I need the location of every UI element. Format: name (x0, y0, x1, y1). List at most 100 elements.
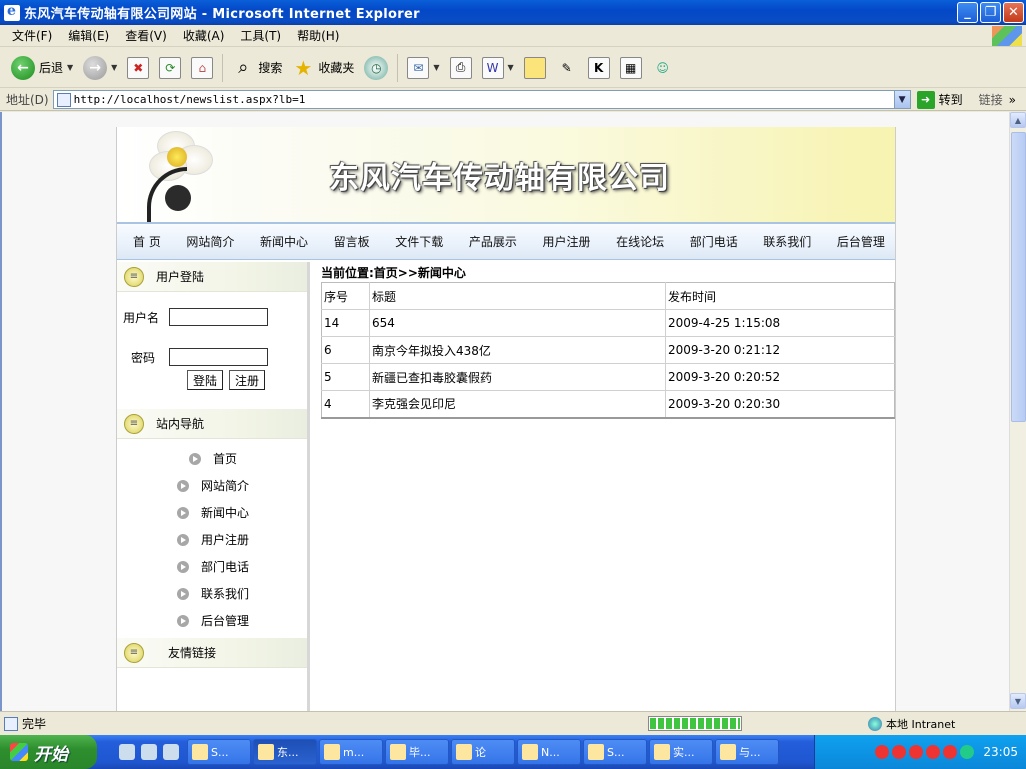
double-chevron-icon[interactable]: » (1009, 93, 1016, 107)
site-banner: 东风汽车传动轴有限公司 (117, 127, 895, 222)
nav-news[interactable]: 新闻中心 (260, 233, 308, 250)
menu-help[interactable]: 帮助(H) (289, 27, 347, 44)
nav-guestbook[interactable]: 留言板 (334, 233, 370, 250)
taskbar-task[interactable]: m... (319, 739, 383, 765)
history-button[interactable]: ◷ (361, 52, 391, 84)
address-field[interactable]: ▼ (52, 90, 911, 109)
sitenav-item-home[interactable]: 首页 (117, 445, 307, 472)
site-title: 东风汽车传动轴有限公司 (329, 161, 670, 196)
qq-icon[interactable] (943, 745, 958, 759)
chevron-down-icon[interactable]: ▼ (433, 63, 439, 72)
taskbar-task[interactable]: 与... (715, 739, 779, 765)
scroll-up-icon[interactable]: ▲ (1010, 112, 1026, 128)
taskbar-task[interactable]: 实... (649, 739, 713, 765)
back-button[interactable]: ← 后退 ▼ (8, 52, 76, 84)
sitenav-item-register[interactable]: 用户注册 (117, 526, 307, 553)
minimize-button[interactable]: _ (957, 2, 978, 23)
home-button[interactable]: ⌂ (188, 52, 216, 84)
news-title-link[interactable]: 654 (369, 309, 666, 337)
address-dropdown-icon[interactable]: ▼ (893, 91, 910, 108)
nav-admin[interactable]: 后台管理 (837, 233, 885, 250)
ie-app-icon[interactable] (4, 3, 20, 21)
qq-icon[interactable] (875, 745, 890, 759)
media-quick-launch-icon[interactable] (141, 744, 157, 760)
taskbar-task[interactable]: 论 (451, 739, 515, 765)
start-label: 开始 (34, 744, 68, 765)
taskbar-task[interactable]: S... (187, 739, 251, 765)
links-box-title: 友情链接 (168, 646, 217, 660)
stop-button[interactable]: ✖ (124, 52, 152, 84)
sitenav-item-contact[interactable]: 联系我们 (117, 580, 307, 607)
menu-file[interactable]: 文件(F) (4, 27, 60, 44)
ie-quick-launch-icon[interactable] (119, 744, 135, 760)
mail-button[interactable]: ✉ ▼ (404, 52, 442, 84)
password-input[interactable] (169, 348, 268, 366)
taskbar-task[interactable]: N... (517, 739, 581, 765)
k-toolbar-button[interactable]: K (585, 52, 613, 84)
forward-button[interactable]: → ▼ (80, 52, 120, 84)
news-title-link[interactable]: 新疆已查扣毒胶囊假药 (369, 363, 666, 391)
edit-button[interactable]: W ▼ (479, 52, 517, 84)
menu-tools[interactable]: 工具(T) (232, 27, 289, 44)
vertical-scrollbar[interactable]: ▲ ▼ (1009, 112, 1026, 711)
site-container: 东风汽车传动轴有限公司 首 页 网站简介 新闻中心 留言板 文件下载 产品展示 … (116, 127, 896, 711)
nav-phones[interactable]: 部门电话 (690, 233, 738, 250)
sitenav-item-phones[interactable]: 部门电话 (117, 553, 307, 580)
messenger-button[interactable]: ☺ (649, 52, 677, 84)
restore-button[interactable]: ❐ (980, 2, 1001, 23)
username-input[interactable] (169, 308, 268, 326)
favorites-button[interactable]: ★ 收藏夹 (289, 52, 357, 84)
nav-products[interactable]: 产品展示 (469, 233, 517, 250)
scroll-down-icon[interactable]: ▼ (1010, 693, 1026, 709)
refresh-button[interactable]: ⟳ (156, 52, 184, 84)
page-viewport: 东风汽车传动轴有限公司 首 页 网站简介 新闻中心 留言板 文件下载 产品展示 … (0, 112, 1026, 711)
system-tray: 23:05 (814, 735, 1026, 769)
print-button[interactable]: ⎙ (447, 52, 475, 84)
qq-icon[interactable] (926, 745, 941, 759)
taskbar-task-active[interactable]: 东... (253, 739, 317, 765)
windows-logo-icon (992, 25, 1022, 46)
nav-contact[interactable]: 联系我们 (763, 233, 811, 250)
nav-register[interactable]: 用户注册 (542, 233, 590, 250)
task-label: m... (343, 745, 365, 759)
chevron-down-icon[interactable]: ▼ (67, 63, 73, 72)
login-button[interactable]: 登陆 (187, 370, 224, 390)
url-input[interactable] (73, 93, 894, 106)
taskbar-task[interactable]: S... (583, 739, 647, 765)
menu-favorites[interactable]: 收藏(A) (175, 27, 233, 44)
research-button[interactable]: ✎ (553, 52, 581, 84)
nav-about[interactable]: 网站简介 (186, 233, 234, 250)
security-zone[interactable]: 本地 Intranet (868, 716, 955, 732)
word-doc-icon (390, 744, 406, 760)
start-button[interactable]: 开始 (0, 735, 97, 769)
sitenav-item-news[interactable]: 新闻中心 (117, 499, 307, 526)
play-bullet-icon (177, 506, 189, 519)
news-title-link[interactable]: 李克强会见印尼 (369, 390, 666, 419)
sitenav-item-admin[interactable]: 后台管理 (117, 607, 307, 634)
nav-forum[interactable]: 在线论坛 (616, 233, 664, 250)
taskbar-task[interactable]: 毕... (385, 739, 449, 765)
go-button[interactable]: ➜ 转到 (916, 90, 963, 109)
chevron-down-icon[interactable]: ▼ (508, 63, 514, 72)
close-button[interactable]: ✕ (1003, 2, 1024, 23)
sitenav-item-about[interactable]: 网站简介 (117, 472, 307, 499)
news-title-link[interactable]: 南京今年拟投入438亿 (369, 336, 666, 364)
chevron-down-icon[interactable]: ▼ (111, 63, 117, 72)
window-title-bar[interactable]: 东风汽车传动轴有限公司网站 - Microsoft Internet Explo… (0, 0, 1026, 25)
register-button[interactable]: 注册 (229, 370, 266, 390)
nav-home[interactable]: 首 页 (133, 233, 161, 250)
menu-edit[interactable]: 编辑(E) (60, 27, 117, 44)
username-label: 用户名 (123, 310, 160, 325)
discuss-button[interactable] (521, 52, 549, 84)
qq-icon[interactable] (892, 745, 907, 759)
menu-view[interactable]: 查看(V) (117, 27, 175, 44)
antivirus-icon[interactable] (960, 745, 975, 759)
links-label[interactable]: 链接 (979, 91, 1003, 108)
desktop-quick-launch-icon[interactable] (163, 744, 179, 760)
qq-icon[interactable] (909, 745, 924, 759)
nav-downloads[interactable]: 文件下载 (395, 233, 443, 250)
news-time: 2009-3-20 0:20:52 (665, 363, 895, 391)
scroll-thumb[interactable] (1011, 132, 1026, 422)
media-button[interactable]: ▦ (617, 52, 645, 84)
search-button[interactable]: ⌕ 搜索 (229, 52, 285, 84)
